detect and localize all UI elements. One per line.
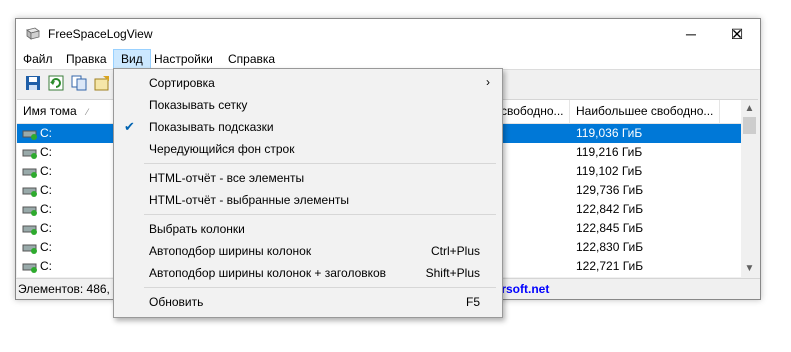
drive-icon	[22, 244, 37, 254]
menu-item-html-selected[interactable]: HTML-отчёт - выбранные элементы	[116, 189, 500, 211]
cell-volume: C:	[40, 126, 52, 140]
menu-item-autosize-columns[interactable]: Автоподбор ширины колонок Ctrl+Plus	[116, 240, 500, 262]
menu-item-show-grid[interactable]: Показывать сетку	[116, 94, 500, 116]
sort-indicator-icon: ⁄	[86, 107, 89, 117]
column-largest-free-label: Наибольшее свободно...	[576, 104, 714, 118]
refresh-icon[interactable]	[48, 75, 64, 91]
shortcut-label: Ctrl+Plus	[430, 244, 480, 258]
properties-icon[interactable]	[94, 75, 110, 91]
scroll-down-icon[interactable]: ▼	[741, 260, 758, 277]
menu-item-autosize-headers-label: Автоподбор ширины колонок + заголовков	[149, 266, 387, 280]
checkmark-icon: ✔	[124, 119, 135, 134]
menu-separator	[144, 214, 496, 215]
scroll-up-icon[interactable]: ▲	[741, 100, 758, 117]
column-largest-free[interactable]: Наибольшее свободно...	[570, 100, 720, 123]
menu-item-autosize-headers[interactable]: Автоподбор ширины колонок + заголовков S…	[116, 262, 500, 284]
menu-item-html-selected-label: HTML-отчёт - выбранные элементы	[149, 193, 349, 207]
drive-icon	[22, 187, 37, 197]
menu-separator	[144, 287, 496, 288]
window-title: FreeSpaceLogView	[48, 27, 153, 41]
menu-item-show-tooltips-label: Показывать подсказки	[149, 120, 274, 134]
cell-largest-free: 119,036 ГиБ	[576, 126, 643, 140]
close-button[interactable]: ✕	[714, 19, 760, 49]
drive-icon	[22, 263, 37, 273]
copy-icon[interactable]	[71, 75, 87, 91]
drive-icon	[22, 149, 37, 159]
cell-largest-free: 129,736 ГиБ	[576, 183, 644, 197]
cell-largest-free: 122,830 ГиБ	[576, 240, 644, 254]
menu-item-alt-row-bg[interactable]: Чередующийся фон строк	[116, 138, 500, 160]
menu-item-sort-label: Сортировка	[149, 76, 215, 90]
cell-largest-free: 122,842 ГиБ	[576, 202, 644, 216]
column-volume-name[interactable]: Имя тома ⁄	[17, 100, 117, 123]
menu-item-alt-row-bg-label: Чередующийся фон строк	[149, 142, 295, 156]
cell-largest-free: 119,102 ГиБ	[576, 164, 643, 178]
shortcut-label: F5	[465, 295, 480, 309]
view-menu-dropdown: Сортировка › Показывать сетку ✔ Показыва…	[113, 68, 503, 318]
submenu-arrow-icon: ›	[486, 75, 490, 89]
cell-volume: C:	[40, 259, 52, 273]
cell-volume: C:	[40, 202, 52, 216]
website-link[interactable]: irsoft.net	[498, 282, 549, 296]
menu-item-refresh[interactable]: Обновить F5	[116, 291, 500, 313]
cell-volume: C:	[40, 145, 52, 159]
menu-file[interactable]: Файл	[16, 49, 60, 69]
column-volume-name-label: Имя тома	[23, 104, 77, 118]
cell-volume: C:	[40, 183, 52, 197]
minimize-button-glyph	[668, 19, 714, 49]
cell-volume: C:	[40, 221, 52, 235]
cell-largest-free: 122,721 ГиБ	[576, 259, 644, 273]
menu-help[interactable]: Справка	[221, 49, 282, 69]
cell-volume: C:	[40, 240, 52, 254]
drive-icon	[22, 130, 37, 140]
menu-item-show-tooltips[interactable]: ✔ Показывать подсказки	[116, 116, 500, 138]
menu-item-show-grid-label: Показывать сетку	[149, 98, 248, 112]
drive-icon	[22, 206, 37, 216]
menu-settings[interactable]: Настройки	[147, 49, 220, 69]
menu-item-html-all-label: HTML-отчёт - все элементы	[149, 171, 305, 185]
menu-item-html-all[interactable]: HTML-отчёт - все элементы	[116, 167, 500, 189]
menu-edit[interactable]: Правка	[59, 49, 114, 69]
menu-view[interactable]: Вид	[113, 49, 151, 69]
shortcut-label: Shift+Plus	[425, 266, 480, 280]
menu-item-sort[interactable]: Сортировка ›	[116, 72, 500, 94]
scroll-thumb[interactable]	[743, 117, 756, 134]
title-bar: FreeSpaceLogView ─ ☐	[16, 19, 760, 49]
drive-icon	[22, 225, 37, 235]
drive-icon	[22, 168, 37, 178]
menu-item-autosize-columns-label: Автоподбор ширины колонок	[149, 244, 312, 258]
column-free-label: свободно...	[501, 104, 564, 118]
menu-separator	[144, 163, 496, 164]
cell-volume: C:	[40, 164, 52, 178]
menu-item-choose-columns-label: Выбрать колонки	[149, 222, 245, 236]
cell-largest-free: 119,216 ГиБ	[576, 145, 643, 159]
menu-bar: Файл Правка Вид Настройки Справка	[16, 49, 760, 69]
cell-largest-free: 122,845 ГиБ	[576, 221, 644, 235]
app-icon	[26, 27, 40, 40]
menu-item-refresh-label: Обновить	[149, 295, 204, 309]
save-icon[interactable]	[25, 75, 41, 91]
status-item-count: Элементов: 486, в	[18, 282, 120, 296]
vertical-scrollbar[interactable]: ▲ ▼	[741, 100, 758, 277]
menu-item-choose-columns[interactable]: Выбрать колонки	[116, 218, 500, 240]
